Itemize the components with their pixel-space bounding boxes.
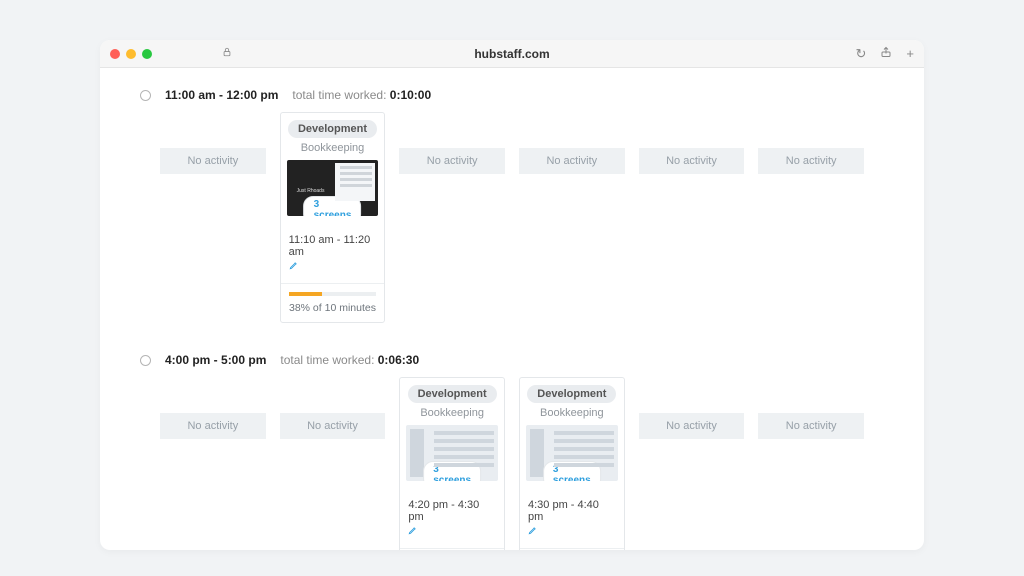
edit-icon[interactable]: [528, 525, 538, 538]
screenshot-thumbnail[interactable]: 3 screens: [406, 425, 498, 481]
minimize-icon[interactable]: [126, 49, 136, 59]
traffic-lights: [110, 49, 152, 59]
total-worked-value: 0:10:00: [390, 88, 431, 102]
new-tab-icon[interactable]: +: [906, 46, 914, 62]
no-activity-slot: No activity: [399, 148, 505, 174]
no-activity-slot: No activity: [160, 413, 266, 439]
block-select-radio[interactable]: [140, 355, 151, 366]
time-block: 4:00 pm - 5:00 pm total time worked: 0:0…: [160, 353, 864, 550]
share-icon[interactable]: [880, 46, 892, 62]
time-range: 4:00 pm - 5:00 pm: [165, 353, 266, 367]
refresh-icon[interactable]: ↻: [856, 46, 867, 62]
time-block: 11:00 am - 12:00 pm total time worked: 0…: [160, 88, 864, 323]
task-name: Bookkeeping: [520, 407, 624, 419]
screens-badge[interactable]: 3 screens: [543, 461, 601, 481]
total-worked-value: 0:06:30: [378, 353, 419, 367]
task-name: Bookkeeping: [281, 142, 385, 154]
activity-card[interactable]: Development Bookkeeping Just Rhoads 3 sc…: [280, 112, 386, 323]
no-activity-slot: No activity: [758, 413, 864, 439]
total-worked: total time worked: 0:06:30: [280, 353, 419, 367]
activity-card[interactable]: Development Bookkeeping 3 screens 4:20 p…: [399, 377, 505, 550]
activity-bar: [289, 292, 377, 296]
total-worked: total time worked: 0:10:00: [292, 88, 431, 102]
activity-card[interactable]: Development Bookkeeping 3 screens 4:30 p…: [519, 377, 625, 550]
no-activity-slot: No activity: [758, 148, 864, 174]
project-pill: Development: [527, 385, 616, 403]
screenshot-thumbnail[interactable]: 3 screens: [526, 425, 618, 481]
task-name: Bookkeeping: [400, 407, 504, 419]
browser-window: hubstaff.com ↻ + 11:00 am - 12:00 pm tot…: [100, 40, 924, 550]
edit-icon[interactable]: [408, 525, 418, 538]
lock-icon: [222, 47, 232, 60]
no-activity-slot: No activity: [639, 413, 745, 439]
browser-titlebar: hubstaff.com ↻ +: [100, 40, 924, 68]
total-worked-label: total time worked:: [292, 88, 389, 102]
project-pill: Development: [288, 120, 377, 138]
block-select-radio[interactable]: [140, 90, 151, 101]
no-activity-slot: No activity: [639, 148, 745, 174]
no-activity-slot: No activity: [519, 148, 625, 174]
no-activity-slot: No activity: [160, 148, 266, 174]
screens-badge[interactable]: 3 screens: [304, 196, 362, 216]
screens-badge[interactable]: 3 screens: [423, 461, 481, 481]
edit-icon[interactable]: [289, 260, 299, 273]
project-pill: Development: [408, 385, 497, 403]
close-icon[interactable]: [110, 49, 120, 59]
slot-time-range: 11:10 am - 11:20 am: [289, 234, 371, 258]
slot-time-range: 4:20 pm - 4:30 pm: [408, 499, 479, 523]
activity-percent: 38% of 10 minutes: [281, 298, 385, 322]
page-content: 11:00 am - 12:00 pm total time worked: 0…: [100, 68, 924, 550]
time-range: 11:00 am - 12:00 pm: [165, 88, 278, 102]
no-activity-slot: No activity: [280, 413, 386, 439]
slot-time-range: 4:30 pm - 4:40 pm: [528, 499, 599, 523]
screenshot-thumbnail[interactable]: Just Rhoads 3 screens: [287, 160, 379, 216]
maximize-icon[interactable]: [142, 49, 152, 59]
total-worked-label: total time worked:: [280, 353, 377, 367]
